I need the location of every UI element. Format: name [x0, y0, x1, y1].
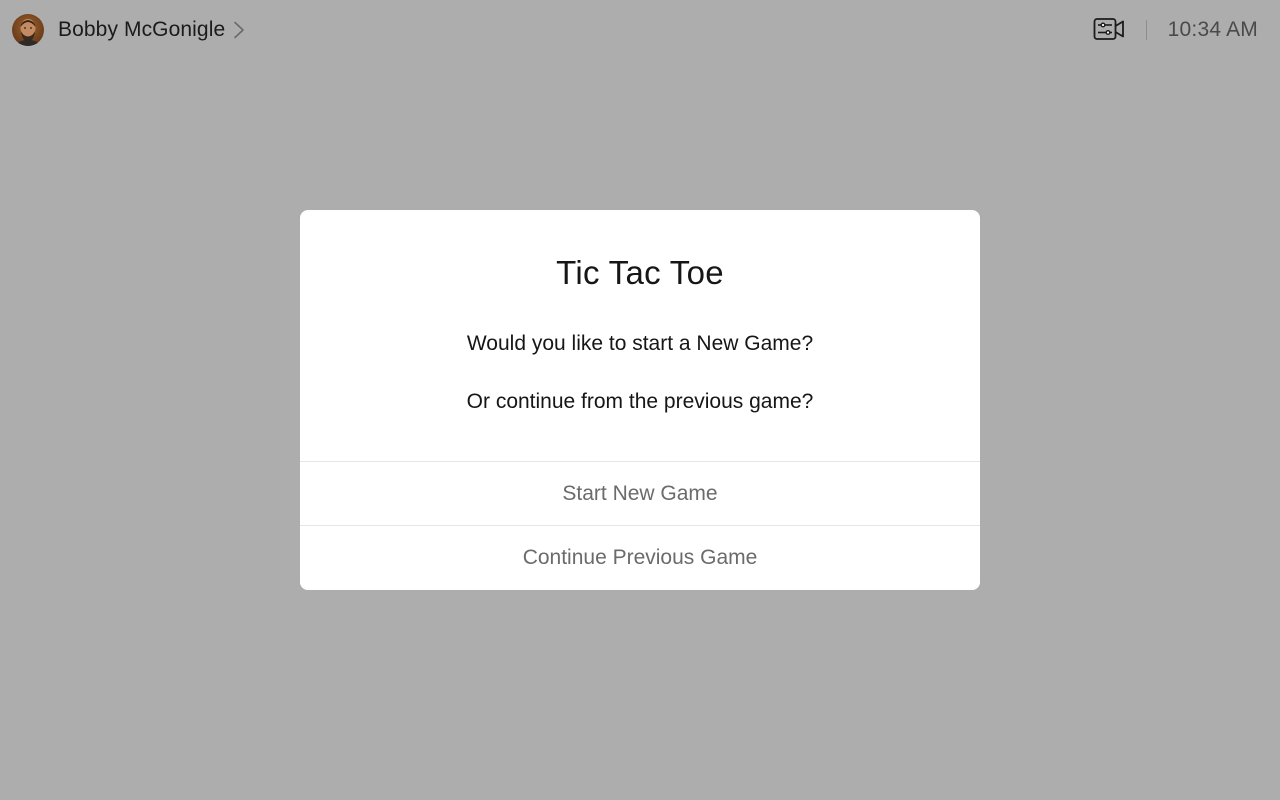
- start-new-game-button[interactable]: Start New Game: [300, 461, 980, 526]
- avatar: [12, 14, 44, 46]
- tic-tac-toe-dialog: Tic Tac Toe Would you like to start a Ne…: [300, 210, 980, 590]
- user-name: Bobby McGonigle: [58, 18, 226, 41]
- chevron-right-icon: [233, 21, 245, 39]
- clock: 10:34 AM: [1167, 18, 1258, 41]
- top-bar: Bobby McGonigle 10:34 AM: [0, 0, 1280, 60]
- dialog-message-continue: Or continue from the previous game?: [466, 390, 814, 413]
- dialog-message-new-game: Would you like to start a New Game?: [466, 332, 814, 355]
- continue-previous-game-button[interactable]: Continue Previous Game: [300, 525, 980, 590]
- header-tools: 10:34 AM: [1092, 13, 1258, 47]
- dialog-title: Tic Tac Toe: [556, 254, 724, 291]
- header-divider: [1145, 20, 1147, 40]
- user-profile-button[interactable]: Bobby McGonigle: [12, 13, 245, 47]
- camera-settings-icon[interactable]: [1092, 15, 1126, 45]
